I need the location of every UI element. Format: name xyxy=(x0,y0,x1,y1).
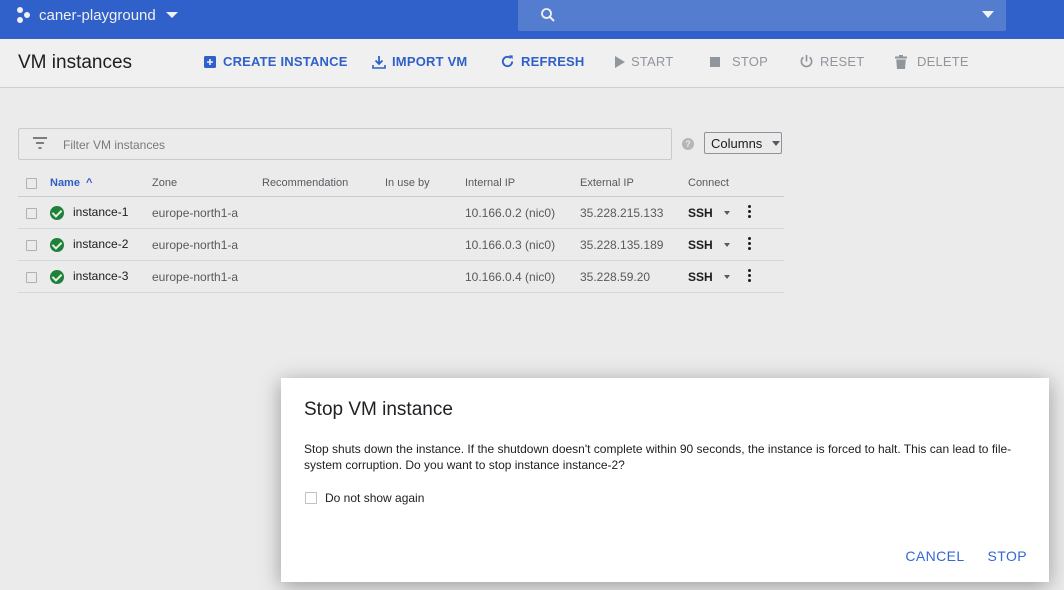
create-instance-button[interactable]: CREATE INSTANCE xyxy=(203,54,348,69)
project-icon xyxy=(17,7,33,23)
delete-button[interactable]: DELETE xyxy=(895,54,969,69)
chevron-down-icon xyxy=(165,12,178,18)
refresh-button[interactable]: REFRESH xyxy=(500,54,585,69)
search-dropdown-icon[interactable] xyxy=(982,11,994,18)
create-instance-label: CREATE INSTANCE xyxy=(223,54,348,69)
search-icon xyxy=(541,8,555,22)
do-not-show-again-option[interactable]: Do not show again xyxy=(305,491,424,505)
project-name: caner-playground xyxy=(39,6,156,24)
trash-icon xyxy=(895,54,907,69)
reset-label: RESET xyxy=(820,54,865,69)
stop-button[interactable]: STOP xyxy=(710,54,768,69)
download-icon xyxy=(372,55,386,69)
action-toolbar: VM instances CREATE INSTANCE IMPORT VM R… xyxy=(0,39,1064,88)
add-box-icon xyxy=(204,55,216,68)
do-not-show-again-checkbox[interactable] xyxy=(305,492,317,504)
cancel-button[interactable]: CANCEL xyxy=(905,548,964,564)
delete-label: DELETE xyxy=(917,54,969,69)
page-title: VM instances xyxy=(18,52,133,73)
stop-icon xyxy=(710,56,720,67)
import-vm-button[interactable]: IMPORT VM xyxy=(372,54,467,69)
import-vm-label: IMPORT VM xyxy=(392,54,468,69)
top-app-bar: caner-playground xyxy=(0,0,1064,39)
play-icon xyxy=(615,55,625,68)
refresh-icon xyxy=(501,55,514,68)
dialog-title: Stop VM instance xyxy=(304,399,453,420)
do-not-show-again-label: Do not show again xyxy=(325,491,425,505)
stop-vm-dialog: Stop VM instance Stop shuts down the ins… xyxy=(281,378,1049,582)
reset-button[interactable]: RESET xyxy=(799,54,864,69)
search-bar[interactable] xyxy=(518,0,1006,31)
project-selector[interactable]: caner-playground xyxy=(17,0,178,30)
power-icon xyxy=(800,54,813,68)
start-button[interactable]: START xyxy=(614,54,673,69)
refresh-label: REFRESH xyxy=(521,54,585,69)
start-label: START xyxy=(631,54,674,69)
confirm-stop-button[interactable]: STOP xyxy=(988,548,1027,564)
stop-label: STOP xyxy=(732,54,768,69)
dialog-message: Stop shuts down the instance. If the shu… xyxy=(304,442,1012,472)
dialog-actions: CANCEL STOP xyxy=(905,548,1027,564)
